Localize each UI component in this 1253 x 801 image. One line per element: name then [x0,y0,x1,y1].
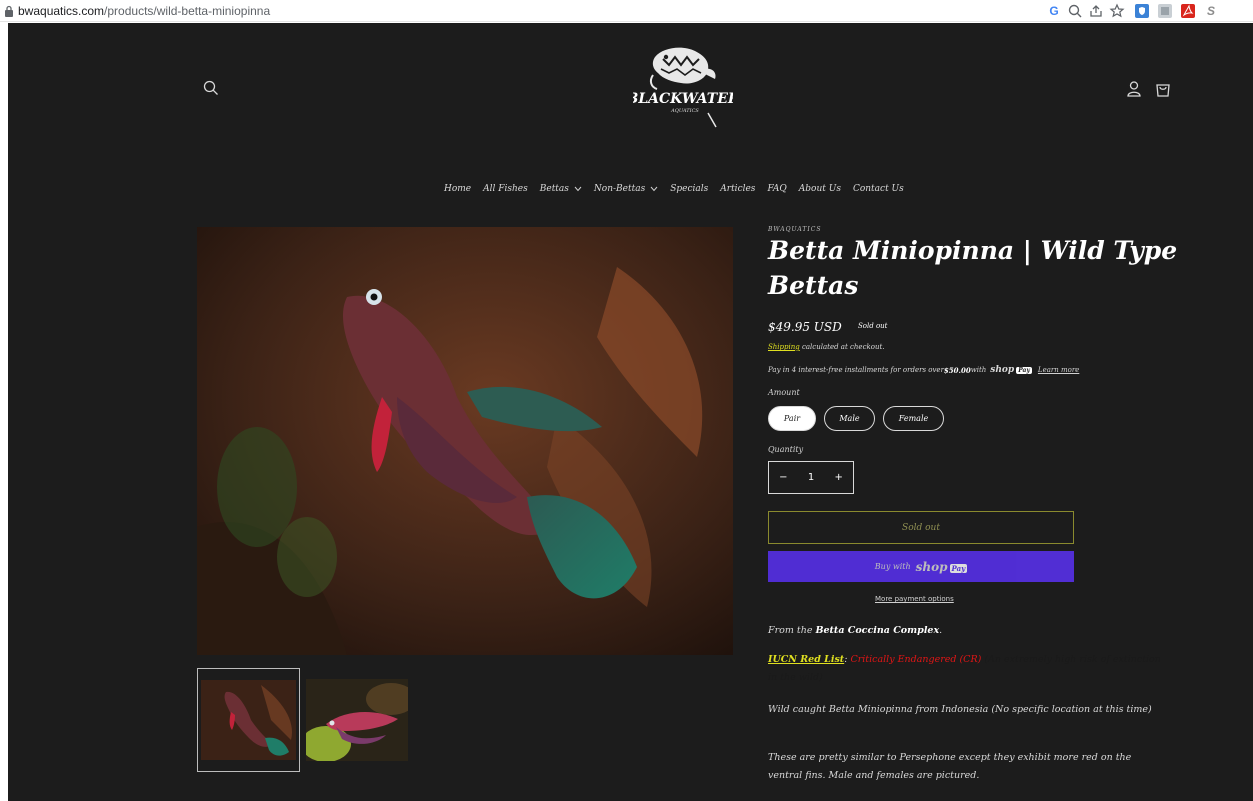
thumbnail-image [306,679,408,761]
shop-pay-badge: Pay [1016,366,1032,374]
quantity-label: Quantity [768,445,804,454]
quantity-stepper: − 1 + [768,461,854,494]
description-paragraph-2: IUCN Red List: Critically Endangered (CR… [768,651,1168,687]
nav-specials[interactable]: Specials [670,184,708,194]
blackwater-aquatics-logo[interactable]: BLACKWATER AQUATICS [633,43,733,135]
amount-options: Pair Male Female [768,406,944,431]
bookmark-star-icon[interactable] [1109,3,1125,19]
sold-out-button[interactable]: Sold out [768,511,1074,544]
amount-label: Amount [768,388,800,397]
nav-label: Non-Bettas [593,184,646,194]
product-price: $49.95 USD [768,320,842,334]
shipping-note: Shipping calculated at checkout. [768,343,885,351]
share-icon[interactable] [1088,3,1104,19]
product-title: Betta Miniopinna | Wild Type Bettas [768,236,1178,300]
nav-label: Specials [670,184,709,194]
extension-icon[interactable] [1157,3,1173,19]
nav-label: All Fishes [483,184,528,194]
desc-text: . [939,625,943,636]
thumbnail-image [201,680,296,760]
chevron-down-icon [650,186,658,192]
google-icon[interactable]: G [1046,3,1062,19]
search-icon[interactable] [202,79,220,97]
account-icon[interactable] [1126,80,1142,98]
store-page: BLACKWATER AQUATICS Home All Fishes Bett… [8,23,1253,801]
desc-text: From the [768,625,816,636]
shop-pay-badge: Pay [949,563,968,573]
amount-option-pair[interactable]: Pair [768,406,816,431]
amount-option-male[interactable]: Male [824,406,875,431]
installments-threshold: $50.00 [943,365,971,375]
nav-label: Articles [720,184,756,194]
sold-out-badge: Sold out [858,322,888,330]
nav-label: Contact Us [852,184,904,194]
thumbnail-2[interactable] [306,679,408,761]
installments-with: with [970,366,987,374]
installments-note: Pay in 4 interest-free installments for … [768,365,1079,375]
thumbnail-1[interactable] [197,668,300,772]
shipping-text: calculated at checkout. [799,343,885,351]
iucn-red-list-link[interactable]: IUCN Red List [768,654,844,665]
description-paragraph-1: From the Betta Coccina Complex. [768,622,1168,640]
shop-pay-logo: shop Pay [916,560,968,574]
iucn-status: Critically Endangered (CR) [850,654,982,665]
more-payment-options-link[interactable]: More payment options [875,595,954,603]
shop-pay-word: shop [990,365,1015,375]
installments-text: Pay in 4 interest-free installments for … [768,366,944,374]
nav-articles[interactable]: Articles [720,184,755,194]
buy-with-shop-pay-button[interactable]: Buy with shop Pay [768,551,1074,582]
product-main-image[interactable] [197,227,733,655]
nav-all-fishes[interactable]: All Fishes [483,184,528,194]
main-nav: Home All Fishes Bettas Non-Bettas Specia… [444,184,916,194]
shop-pay-word: shop [915,559,948,574]
pdf-extension-icon[interactable] [1180,3,1196,19]
quantity-decrease-button[interactable]: − [779,472,787,483]
zoom-icon[interactable] [1067,3,1083,19]
nav-contact-us[interactable]: Contact Us [853,184,904,194]
chevron-down-icon [574,186,582,192]
shield-extension-icon[interactable] [1134,3,1150,19]
nav-label: FAQ [767,184,787,194]
desc-bold: Betta Coccina Complex [815,625,940,636]
nav-home[interactable]: Home [444,184,471,194]
product-vendor: BWAQUATICS [768,226,822,233]
nav-about-us[interactable]: About Us [799,184,841,194]
nav-non-bettas[interactable]: Non-Bettas [594,184,658,194]
logo-subtext: AQUATICS [670,108,699,114]
buy-with-text: Buy with [874,562,911,571]
description-paragraph-3: Wild caught Betta Miniopinna from Indone… [768,704,1152,715]
url-host: bwaquatics.com [18,4,105,18]
quantity-increase-button[interactable]: + [834,472,842,483]
nav-label: About Us [798,184,841,194]
address-url[interactable]: bwaquatics.com/products/wild-betta-minio… [18,4,270,18]
s-extension-icon[interactable]: S [1203,3,1219,19]
betta-fish-photo [197,227,733,655]
shipping-link[interactable]: Shipping [768,343,800,351]
nav-faq[interactable]: FAQ [767,184,786,194]
shop-pay-logo: shop Pay [990,365,1032,375]
nav-label: Bettas [539,184,569,194]
logo-text: BLACKWATER [633,91,733,107]
amount-option-female[interactable]: Female [883,406,944,431]
browser-address-bar: bwaquatics.com/products/wild-betta-minio… [0,0,1253,22]
nav-label: Home [444,184,472,194]
quantity-input[interactable]: 1 [808,472,814,483]
learn-more-link[interactable]: Learn more [1038,366,1079,374]
nav-bettas[interactable]: Bettas [540,184,582,194]
description-paragraph-4: These are pretty similar to Persephone e… [768,752,1132,781]
url-path: /products/wild-betta-miniopinna [104,4,271,18]
lock-icon [5,5,13,17]
cart-icon[interactable] [1154,80,1172,98]
